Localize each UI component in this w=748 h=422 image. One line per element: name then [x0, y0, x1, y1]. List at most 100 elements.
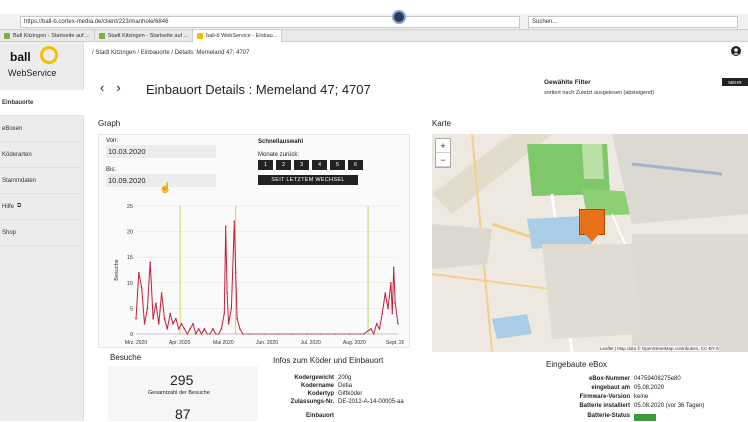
visits-data-point — [160, 292, 163, 294]
map-zoom-control: + − — [435, 138, 451, 168]
visits-data-point — [392, 266, 395, 269]
visits-data-point — [189, 328, 191, 330]
sidebar-item-koederarten[interactable]: Köderarten — [0, 142, 84, 168]
map-view[interactable] — [432, 134, 748, 352]
ebox-key: Firmware-Version — [579, 394, 630, 400]
browser-toolbar: https://ball-b.cortex-media.de/client/22… — [0, 14, 748, 30]
info-value: 200g — [338, 375, 352, 381]
y-tick-label: 25 — [127, 204, 133, 210]
visits-data-point — [143, 322, 146, 325]
address-bar[interactable]: https://ball-b.cortex-media.de/client/22… — [20, 15, 520, 28]
sidebar-item-einbauorte[interactable]: Einbauorte — [0, 90, 84, 116]
visits-data-point — [180, 322, 183, 325]
x-tick-label: Sept. 2020 — [386, 340, 404, 346]
second-visits-value: 87 — [175, 406, 191, 422]
info-key: Zulassungs-Nr. — [290, 399, 334, 405]
info-value: Detia — [338, 383, 353, 389]
ebox-key: eingebaut am — [591, 385, 630, 391]
search-placeholder: Suchen... — [532, 18, 558, 25]
month-button-1[interactable]: 1 — [258, 160, 273, 170]
ebox-key: Batterie installiert — [579, 403, 630, 409]
visits-data-point — [230, 307, 233, 310]
sidebar-item-hilfe[interactable]: Hilfe ⧉ — [0, 194, 84, 220]
month-button-2[interactable]: 2 — [276, 160, 291, 170]
visits-data-point — [183, 328, 186, 330]
visits-data-point — [155, 302, 157, 305]
visits-data-point — [220, 328, 223, 330]
visits-data-point — [394, 302, 396, 305]
visits-data-point — [177, 328, 180, 330]
zoom-out-button[interactable]: − — [436, 153, 450, 167]
visits-data-point — [390, 282, 392, 284]
visits-data-point — [166, 328, 169, 330]
visits-data-point — [381, 312, 384, 315]
breadcrumb: / Stadt Kitzingen / Einbauorte / Details… — [92, 50, 250, 56]
mouse-cursor-icon: ☝ — [159, 183, 172, 194]
visits-data-point — [227, 322, 230, 325]
browser-search-input[interactable]: Suchen... — [528, 15, 738, 28]
visits-data-point — [175, 317, 177, 320]
visits-data-point — [234, 271, 237, 274]
location-marker-icon[interactable] — [579, 209, 605, 235]
sidebar-item-label: Stammdaten — [2, 177, 37, 184]
sidebar-nav: Einbauorte eBoxen Köderarten Stammdaten … — [0, 90, 84, 246]
graph-section-title: Graph — [98, 119, 121, 128]
next-arrow-icon[interactable]: › — [116, 80, 120, 95]
browser-tab-3[interactable]: ball-b WebService - Einbau... — [193, 30, 283, 42]
brand-name: ball — [10, 50, 31, 64]
record-navigation: ‹ › — [100, 80, 121, 95]
more-button[interactable]: MEHR — [722, 78, 748, 86]
visits-data-point — [224, 225, 227, 228]
tab-label: Ball Kitzingen - Startseite auf ... — [13, 33, 90, 39]
sidebar-item-label: Hilfe — [2, 203, 15, 210]
brand-logo-icon — [40, 46, 58, 64]
user-account-icon[interactable] — [731, 46, 741, 56]
x-tick-label: Jun. 2020 — [256, 340, 278, 346]
total-visits-label: Gesamtzahl der Besuche — [148, 390, 210, 396]
y-tick-label: 5 — [130, 306, 133, 312]
visits-data-point — [239, 328, 241, 330]
info-section-title: Infos zum Köder und Einbauort — [273, 356, 384, 365]
browser-tab-1[interactable]: Ball Kitzingen - Startseite auf ... — [0, 30, 95, 42]
month-button-3[interactable]: 3 — [294, 160, 309, 170]
visits-data-point — [169, 312, 171, 315]
visits-series-line — [135, 221, 399, 336]
sidebar-item-eboxen[interactable]: eBoxen — [0, 116, 84, 142]
sidebar-item-shop[interactable]: Shop — [0, 220, 84, 246]
von-value: 10.03.2020 — [108, 147, 146, 156]
tab-bar: Ball Kitzingen - Startseite auf ... Stad… — [0, 30, 748, 42]
visits-data-point — [387, 307, 389, 310]
filter-title: Gewählte Filter — [544, 79, 591, 86]
external-link-icon: ⧉ — [17, 203, 22, 209]
sidebar-item-stammdaten[interactable]: Stammdaten — [0, 168, 84, 194]
favicon-icon — [4, 33, 10, 39]
visits-data-point — [397, 322, 399, 325]
month-button-5[interactable]: 5 — [330, 160, 345, 170]
map-attribution: Leaflet | Map data © OpenStreetMap contr… — [600, 346, 719, 351]
visits-data-point — [391, 312, 394, 315]
von-label: Von: — [106, 138, 119, 144]
visits-data-point — [203, 328, 206, 330]
ebox-key: Batterie-Status — [587, 413, 630, 419]
month-button-4[interactable]: 4 — [312, 160, 327, 170]
visits-data-point — [378, 328, 381, 330]
visits-data-point — [233, 220, 236, 223]
ebox-value: keine — [634, 394, 649, 400]
sidebar-item-label: Shop — [2, 229, 17, 236]
zoom-in-button[interactable]: + — [436, 139, 450, 153]
location-marker-tip — [585, 234, 599, 242]
von-date-input[interactable]: 10.03.2020 — [106, 145, 216, 158]
browser-tab-2[interactable]: Stadt Kitzingen - Startseite auf ... — [95, 30, 194, 42]
visits-data-point — [375, 322, 378, 325]
url-text: https://ball-b.cortex-media.de/client/22… — [24, 18, 169, 25]
bis-value: 10.09.2020 — [108, 176, 146, 185]
month-button-6[interactable]: 6 — [348, 160, 363, 170]
sidebar-item-label: Einbauorte — [2, 99, 34, 106]
since-last-change-button[interactable]: SEIT LETZTEM WECHSEL — [258, 175, 358, 185]
visits-chart: 0 5 10 15 20 25 Besuche Mrz. 2020 Apr. 2020 Mai 2… — [114, 204, 404, 346]
previous-arrow-icon[interactable]: ‹ — [100, 80, 104, 95]
info-key: Kodergewicht — [294, 375, 334, 381]
ebox-value: 05.08.2020 — [634, 385, 665, 391]
sidebar-item-label: eBoxen — [2, 125, 23, 132]
visits-data-point — [140, 287, 143, 289]
